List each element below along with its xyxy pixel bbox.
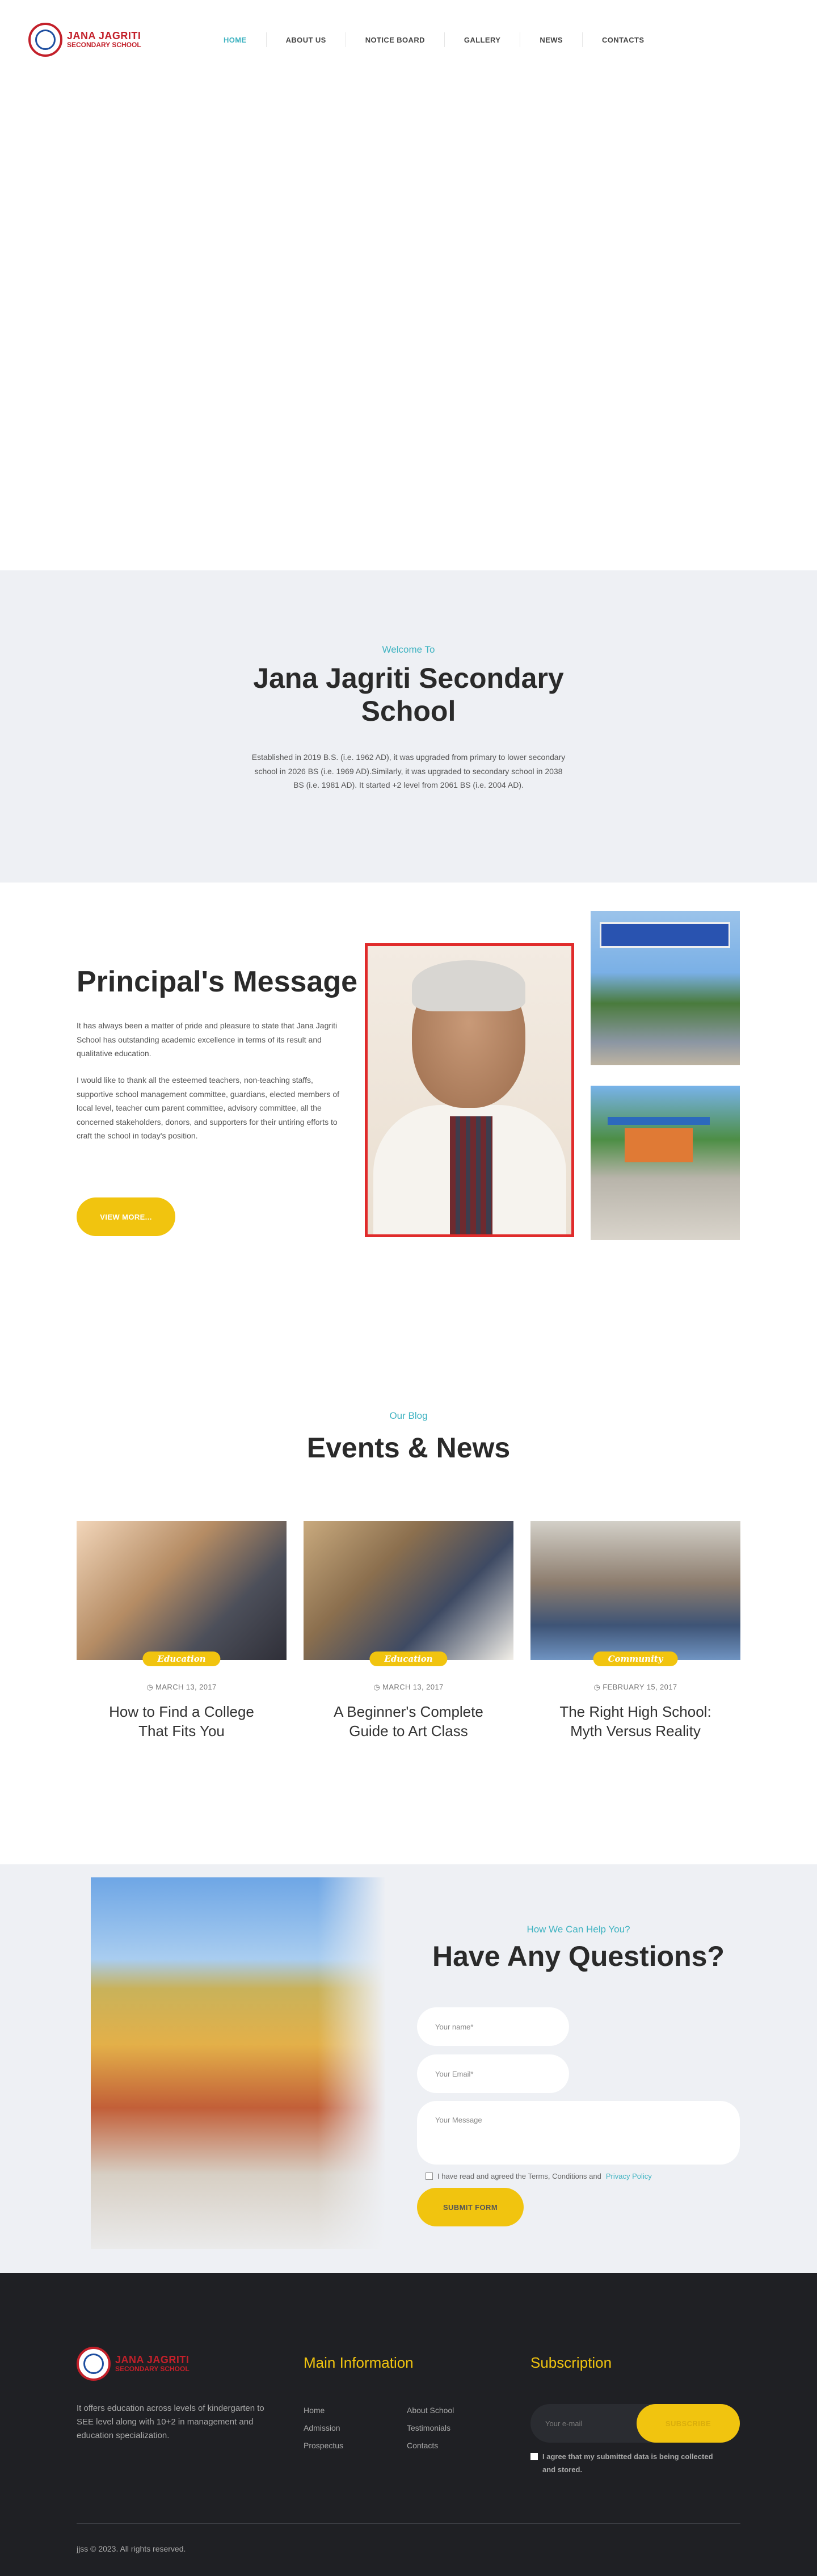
event-image[interactable] [530,1521,740,1660]
school-emblem-icon [28,23,62,57]
events-section: Our Blog Events & News Education MARCH 1… [0,1314,817,1864]
school-gate-photo [591,911,740,1065]
welcome-kicker: Welcome To [382,644,435,655]
events-kicker: Our Blog [389,1410,428,1421]
building-roof [608,1117,710,1125]
footer-link-admission[interactable]: Admission [304,2423,340,2432]
logo-line2: SECONDARY SCHOOL [67,41,141,49]
school-emblem-icon [77,2347,111,2381]
view-more-button[interactable]: VIEW MORE... [77,1197,175,1236]
logo-line2: SECONDARY SCHOOL [115,2365,189,2373]
footer-about-text: It offers education across levels of kin… [77,2403,264,2440]
logo-line1: JANA JAGRITI [67,30,141,41]
event-title[interactable]: A Beginner's Complete Guide to Art Class [321,1702,496,1741]
footer-link-testimonials[interactable]: Testimonials [407,2423,450,2432]
main-information-title: Main Information [304,2354,414,2371]
event-image[interactable] [77,1521,287,1660]
footer-link-home[interactable]: Home [304,2406,325,2415]
principal-title: Principal's Message [77,965,358,998]
event-tag[interactable]: Community [593,1652,678,1666]
nav-home[interactable]: HOME [204,32,266,47]
contact-title: Have Any Questions? [432,1940,725,1972]
principal-section: Principal's Message It has always been a… [0,883,817,1314]
event-title[interactable]: How to Find a College That Fits You [94,1702,269,1741]
event-date: FEBRUARY 15, 2017 [530,1683,740,1692]
subscribe-consent: I agree that my submitted data is being … [530,2451,718,2477]
event-card[interactable]: Community FEBRUARY 15, 2017 The Right Hi… [530,1521,740,1741]
gate-banner [600,922,730,948]
building-stairs [625,1128,693,1162]
welcome-section: Welcome To Jana Jagriti Secondary School… [0,570,817,883]
event-title[interactable]: The Right High School: Myth Versus Reali… [548,1702,723,1741]
event-card[interactable]: Education MARCH 13, 2017 A Beginner's Co… [304,1521,513,1741]
consent-text: I agree that my submitted data is being … [542,2452,713,2474]
subscription-title: Subscription [530,2354,612,2371]
contact-kicker: How We Can Help You? [527,1924,630,1935]
portrait-shirt [450,1116,492,1234]
footer-logo-text: JANA JAGRITI SECONDARY SCHOOL [115,2354,189,2373]
event-tag[interactable]: Education [369,1652,448,1666]
nav-notice-board[interactable]: NOTICE BOARD [345,32,444,47]
copyright-text: jjss © 2023. All rights reserved. [77,2544,186,2553]
principal-portrait [365,943,574,1237]
footer-link-about-school[interactable]: About School [407,2406,454,2415]
nav-contacts[interactable]: CONTACTS [582,32,663,47]
logo-text: JANA JAGRITI SECONDARY SCHOOL [67,30,141,49]
privacy-policy-link[interactable]: Privacy Policy [606,2172,652,2180]
name-field[interactable]: Your name* [417,2007,569,2046]
contact-section: How We Can Help You? Have Any Questions?… [0,1864,817,2273]
terms-text: I have read and agreed the Terms, Condit… [437,2172,601,2180]
principal-paragraph-2: I would like to thank all the esteemed t… [77,1075,340,1140]
subscribe-button[interactable]: SUBSCRIBE [637,2404,740,2443]
submit-form-button[interactable]: SUBMIT FORM [417,2188,524,2226]
portrait-hair [412,960,525,1011]
event-tag[interactable]: Education [142,1652,221,1666]
nav-gallery[interactable]: GALLERY [444,32,520,47]
welcome-title: Jana Jagriti Secondary School [253,662,564,727]
event-date: MARCH 13, 2017 [77,1683,287,1692]
school-logo[interactable]: JANA JAGRITI SECONDARY SCHOOL [28,23,204,57]
footer-link-contacts[interactable]: Contacts [407,2441,438,2450]
event-date: MARCH 13, 2017 [304,1683,513,1692]
message-field[interactable]: Your Message [417,2101,740,2165]
nav-about-us[interactable]: ABOUT US [266,32,346,47]
welcome-text: Established in 2019 B.S. (i.e. 1962 AD),… [251,753,566,789]
nav-news[interactable]: NEWS [520,32,582,47]
footer-divider [77,2523,740,2524]
terms-agreement: I have read and agreed the Terms, Condit… [426,2172,652,2180]
footer-link-prospectus[interactable]: Prospectus [304,2441,343,2450]
logo-line1: JANA JAGRITI [115,2354,189,2365]
consent-checkbox[interactable] [530,2453,538,2460]
site-footer: JANA JAGRITI SECONDARY SCHOOL It offers … [0,2273,817,2576]
footer-logo[interactable]: JANA JAGRITI SECONDARY SCHOOL [77,2347,252,2381]
event-card[interactable]: Education MARCH 13, 2017 How to Find a C… [77,1521,287,1741]
events-title: Events & News [306,1432,511,1464]
main-nav: HOME ABOUT US NOTICE BOARD GALLERY NEWS … [204,32,663,47]
site-header: JANA JAGRITI SECONDARY SCHOOL HOME ABOUT… [0,0,817,79]
event-image[interactable] [304,1521,513,1660]
terms-checkbox[interactable] [426,2172,433,2180]
principal-paragraph-1: It has always been a matter of pride and… [77,1021,338,1058]
email-field[interactable]: Your Email* [417,2054,569,2093]
school-building-photo [591,1086,740,1240]
hero-slider-area [0,79,817,570]
school-building-image [91,1877,386,2249]
